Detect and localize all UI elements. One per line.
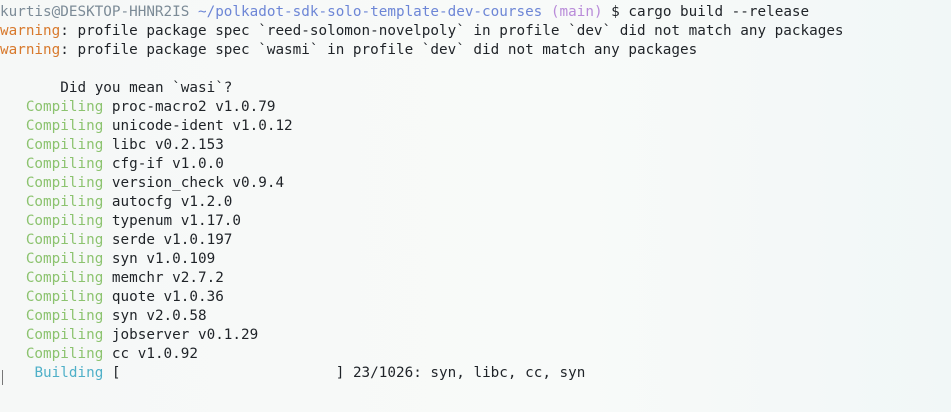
compile-line: Compiling cc v1.0.92 — [0, 345, 951, 364]
crate-name: cfg-if v1.0.0 — [111, 156, 224, 172]
compiling-label: Compiling — [25, 289, 104, 305]
crate-name: memchr v2.7.2 — [111, 270, 224, 286]
building-label: Building — [34, 365, 104, 381]
warning-text: : profile package spec `reed-solomon-nov… — [60, 23, 844, 39]
prompt-line: kurtis@DESKTOP-HHNR2IS ~/polkadot-sdk-so… — [0, 3, 951, 22]
compile-line: Compiling unicode-ident v1.0.12 — [0, 117, 951, 136]
compiling-label: Compiling — [25, 175, 104, 191]
crate-name: version_check v0.9.4 — [111, 175, 285, 191]
compile-line: Compiling typenum v1.17.0 — [0, 212, 951, 231]
compiling-label: Compiling — [25, 213, 104, 229]
terminal-window[interactable]: kurtis@DESKTOP-HHNR2IS ~/polkadot-sdk-so… — [0, 0, 951, 412]
compiling-label: Compiling — [25, 194, 104, 210]
prompt-command: cargo build --release — [628, 4, 810, 20]
crate-name: cc v1.0.92 — [111, 346, 198, 362]
warning-label: warning — [0, 42, 61, 58]
crate-name: quote v1.0.36 — [111, 289, 224, 305]
crate-name: syn v1.0.109 — [111, 251, 216, 267]
crate-name: syn v2.0.58 — [111, 308, 207, 324]
crate-name: jobserver v0.1.29 — [111, 327, 259, 343]
compile-line: Compiling quote v1.0.36 — [0, 288, 951, 307]
compiling-label: Compiling — [25, 346, 104, 362]
compiling-label: Compiling — [25, 270, 104, 286]
compiling-label: Compiling — [25, 137, 104, 153]
suggestion-line: Did you mean `wasi`? — [0, 79, 951, 98]
progress-bar-close: ] — [335, 365, 345, 381]
compile-line: Compiling memchr v2.7.2 — [0, 269, 951, 288]
crate-name: autocfg v1.2.0 — [111, 194, 233, 210]
crate-name: libc v0.2.153 — [111, 137, 224, 153]
prompt-branch: (main) — [550, 4, 603, 20]
compile-line: Compiling syn v1.0.109 — [0, 250, 951, 269]
warning-line: warning: profile package spec `reed-solo… — [0, 22, 951, 41]
prompt-path: ~/polkadot-sdk-solo-template-dev-courses — [197, 4, 543, 20]
crate-name: proc-macro2 v1.0.79 — [111, 99, 276, 115]
progress-bar-track — [121, 365, 336, 381]
building-line: Building [ ] 23/1026: syn, libc, cc, syn — [0, 364, 951, 383]
compile-line: Compiling autocfg v1.2.0 — [0, 193, 951, 212]
crate-name: unicode-ident v1.0.12 — [111, 118, 293, 134]
warning-line: warning: profile package spec `wasmi` in… — [0, 41, 951, 60]
compile-line: Compiling cfg-if v1.0.0 — [0, 155, 951, 174]
text-cursor — [2, 370, 3, 385]
compiling-label: Compiling — [25, 156, 104, 172]
compiling-label: Compiling — [25, 232, 104, 248]
suggestion-text: Did you mean `wasi`? — [60, 80, 233, 96]
compiling-label: Compiling — [25, 118, 104, 134]
warning-text: : profile package spec `wasmi` in profil… — [60, 42, 698, 58]
compiling-label: Compiling — [25, 251, 104, 267]
compile-line: Compiling version_check v0.9.4 — [0, 174, 951, 193]
prompt-user-host: kurtis@DESKTOP-HHNR2IS — [0, 4, 190, 20]
compile-line: Compiling serde v1.0.197 — [0, 231, 951, 250]
crate-name: serde v1.0.197 — [111, 232, 233, 248]
compiling-label: Compiling — [25, 327, 104, 343]
compiling-label: Compiling — [25, 99, 104, 115]
compile-line: Compiling libc v0.2.153 — [0, 136, 951, 155]
crate-name: typenum v1.17.0 — [111, 213, 242, 229]
prompt-symbol: $ — [611, 4, 620, 20]
compile-line: Compiling syn v2.0.58 — [0, 307, 951, 326]
building-status: : syn, libc, cc, syn — [413, 365, 586, 381]
compiling-label: Compiling — [25, 308, 104, 324]
compile-line: Compiling jobserver v0.1.29 — [0, 326, 951, 345]
warning-label: warning — [0, 23, 61, 39]
progress-bar-open: [ — [111, 365, 121, 381]
progress-count: 23/1026 — [352, 365, 414, 381]
compile-line: Compiling proc-macro2 v1.0.79 — [0, 98, 951, 117]
